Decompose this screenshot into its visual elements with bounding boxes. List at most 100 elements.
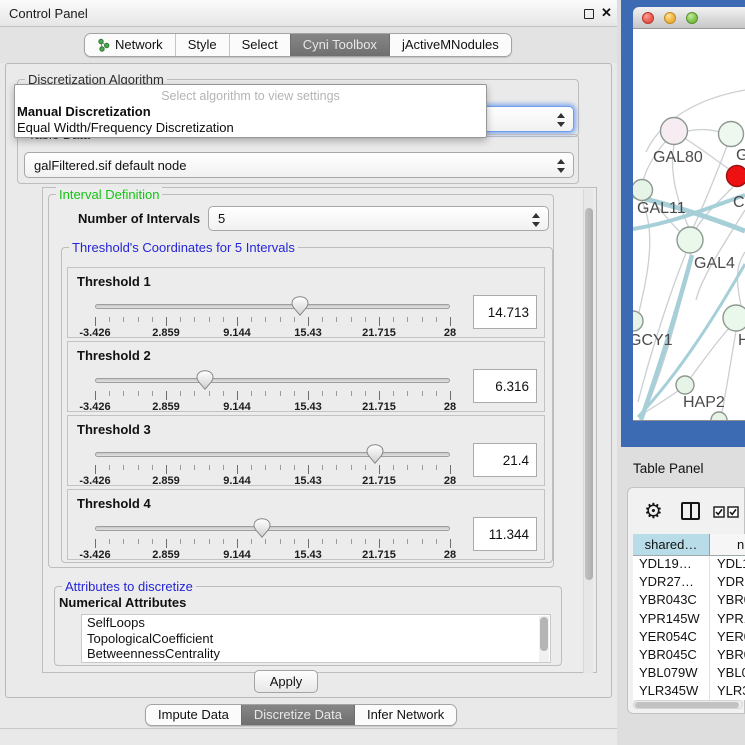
network-canvas[interactable]: GAL80GACGAL11GAL4GCY1HHAP2 <box>633 29 745 421</box>
slider-thumb[interactable] <box>291 296 309 316</box>
table-body: YDL19…YDL1YDR27…YDR2YBR043CYBR0YPR145WYP… <box>633 556 745 700</box>
float-window-icon[interactable] <box>584 9 594 19</box>
dropdown-item-equal-width-frequency-discretization[interactable]: Equal Width/Frequency Discretization <box>17 120 234 135</box>
tab-network[interactable]: Network <box>85 34 175 56</box>
network-window-titlebar[interactable] <box>633 7 745 29</box>
threshold-value-input[interactable] <box>473 443 537 477</box>
slider-track[interactable] <box>95 526 450 531</box>
close-traffic-light-icon[interactable] <box>642 12 654 24</box>
node-label: GAL80 <box>653 149 703 166</box>
right-region: GAL80GACGAL11GAL4GCY1HHAP2 Table Panel ⚙… <box>617 0 745 745</box>
cell-shared-name: YDL19… <box>633 556 710 574</box>
num-intervals-select[interactable]: 5 <box>208 206 549 231</box>
group-title: Threshold's Coordinates for 5 Intervals <box>69 240 298 255</box>
list-item-betweennesscentrality[interactable]: BetweennessCentrality <box>82 646 550 662</box>
axis-tick-label: 15.43 <box>294 549 322 561</box>
tab-select[interactable]: Select <box>229 34 290 56</box>
slider-track[interactable] <box>95 452 450 457</box>
group-title: Interval Definition <box>56 187 162 202</box>
threshold-value-input[interactable] <box>473 369 537 403</box>
close-icon[interactable]: ✕ <box>601 5 612 21</box>
threshold-slider[interactable]: -3.4262.8599.14415.4321.71528 <box>95 296 450 338</box>
horizontal-scrollbar[interactable] <box>633 700 743 709</box>
network-node-gal80[interactable] <box>661 118 688 145</box>
table-toolbar: ⚙ <box>628 496 745 530</box>
vertical-scrollbar-thumb[interactable] <box>585 208 593 580</box>
cell-shared-name: YPR145W <box>633 611 710 629</box>
slider-thumb[interactable] <box>366 444 384 464</box>
node-label: HAP2 <box>683 394 725 411</box>
axis-tick-label: -3.426 <box>79 401 110 413</box>
column-header-shared-name[interactable]: shared… <box>633 534 710 555</box>
vertical-scrollbar[interactable] <box>583 189 593 673</box>
threshold-slider[interactable]: -3.4262.8599.14415.4321.71528 <box>95 370 450 412</box>
tab-label: Discretize Data <box>254 704 342 726</box>
slider-track[interactable] <box>95 304 450 309</box>
network-node-gal4[interactable] <box>677 227 703 253</box>
list-item-topologicalcoefficient[interactable]: TopologicalCoefficient <box>82 631 550 647</box>
tab-discretize-data[interactable]: Discretize Data <box>241 705 354 725</box>
slider-track[interactable] <box>95 378 450 383</box>
tab-jactivemnodules[interactable]: jActiveMNodules <box>389 34 511 56</box>
threshold-label: Threshold 2 <box>77 348 151 363</box>
network-node[interactable] <box>711 412 727 421</box>
tab-style[interactable]: Style <box>175 34 229 56</box>
network-node-h[interactable] <box>723 305 745 331</box>
split-columns-icon[interactable] <box>681 502 700 520</box>
threshold-slider[interactable]: -3.4262.8599.14415.4321.71528 <box>95 518 450 560</box>
table-row[interactable]: YLR345WYLR3 <box>633 683 745 700</box>
tab-cyni-toolbox[interactable]: Cyni Toolbox <box>290 34 389 56</box>
table-row[interactable]: YER054CYER0 <box>633 629 745 647</box>
cell-name: YER0 <box>710 629 745 647</box>
gear-icon[interactable]: ⚙ <box>644 498 663 524</box>
threshold-label: Threshold 4 <box>77 496 151 511</box>
control-panel-titlebar: Control Panel ✕ <box>0 0 617 27</box>
table-row[interactable]: YBR045CYBR0 <box>633 647 745 665</box>
settings-scroll-viewport: Interval Definition Number of Intervals … <box>42 187 597 673</box>
slider-thumb[interactable] <box>253 518 271 538</box>
column-header-name[interactable]: n <box>710 534 745 555</box>
panel-title: Control Panel <box>9 6 88 21</box>
network-node-c[interactable] <box>727 166 745 187</box>
threshold-value-input[interactable] <box>473 295 537 329</box>
network-node-ga[interactable] <box>719 122 744 147</box>
divider <box>0 728 617 729</box>
attributes-list[interactable]: SelfLoopsTopologicalCoefficientBetweenne… <box>81 614 551 663</box>
checkbox-icon[interactable] <box>713 506 725 518</box>
table-row[interactable]: YDR27…YDR2 <box>633 574 745 592</box>
table-data-select[interactable]: galFiltered.sif default node <box>24 152 574 178</box>
top-tab-bar: NetworkStyleSelectCyni ToolboxjActiveMNo… <box>84 33 512 57</box>
slider-axis-labels: -3.4262.8599.14415.4321.71528 <box>95 401 450 413</box>
slider-thumb[interactable] <box>196 370 214 390</box>
axis-tick-label: 15.43 <box>294 401 322 413</box>
checkbox-icon[interactable] <box>727 506 739 518</box>
cell-shared-name: YBR043C <box>633 592 710 610</box>
group-title: Attributes to discretize <box>62 579 196 594</box>
network-node-gcy1[interactable] <box>633 311 643 331</box>
cell-name: YBR0 <box>710 592 745 610</box>
table-row[interactable]: YPR145WYPR1 <box>633 611 745 629</box>
tab-infer-network[interactable]: Infer Network <box>354 705 456 725</box>
threshold-slider[interactable]: -3.4262.8599.14415.4321.71528 <box>95 444 450 486</box>
table-data-value: galFiltered.sif default node <box>34 158 186 173</box>
network-node-hap2[interactable] <box>676 376 694 394</box>
tab-impute-data[interactable]: Impute Data <box>146 705 241 725</box>
table-row[interactable]: YBL079WYBL0 <box>633 665 745 683</box>
list-item-selfloops[interactable]: SelfLoops <box>82 615 550 631</box>
minimize-traffic-light-icon[interactable] <box>664 12 676 24</box>
axis-tick-label: 28 <box>444 549 456 561</box>
table-row[interactable]: YDL19…YDL1 <box>633 556 745 574</box>
horizontal-scrollbar-thumb[interactable] <box>635 702 739 708</box>
table-row[interactable]: YBR043CYBR0 <box>633 592 745 610</box>
axis-tick-label: 9.144 <box>223 475 251 487</box>
slider-axis-labels: -3.4262.8599.14415.4321.71528 <box>95 549 450 561</box>
zoom-traffic-light-icon[interactable] <box>686 12 698 24</box>
axis-tick-label: -3.426 <box>79 327 110 339</box>
threshold-value-input[interactable] <box>473 517 537 551</box>
cell-name: YBR0 <box>710 647 745 665</box>
axis-tick-label: 15.43 <box>294 327 322 339</box>
network-node-gal11[interactable] <box>633 180 653 201</box>
list-scrollbar[interactable] <box>539 616 549 662</box>
dropdown-item-manual-discretization[interactable]: Manual Discretization <box>17 104 151 119</box>
apply-button[interactable]: Apply <box>254 670 318 693</box>
